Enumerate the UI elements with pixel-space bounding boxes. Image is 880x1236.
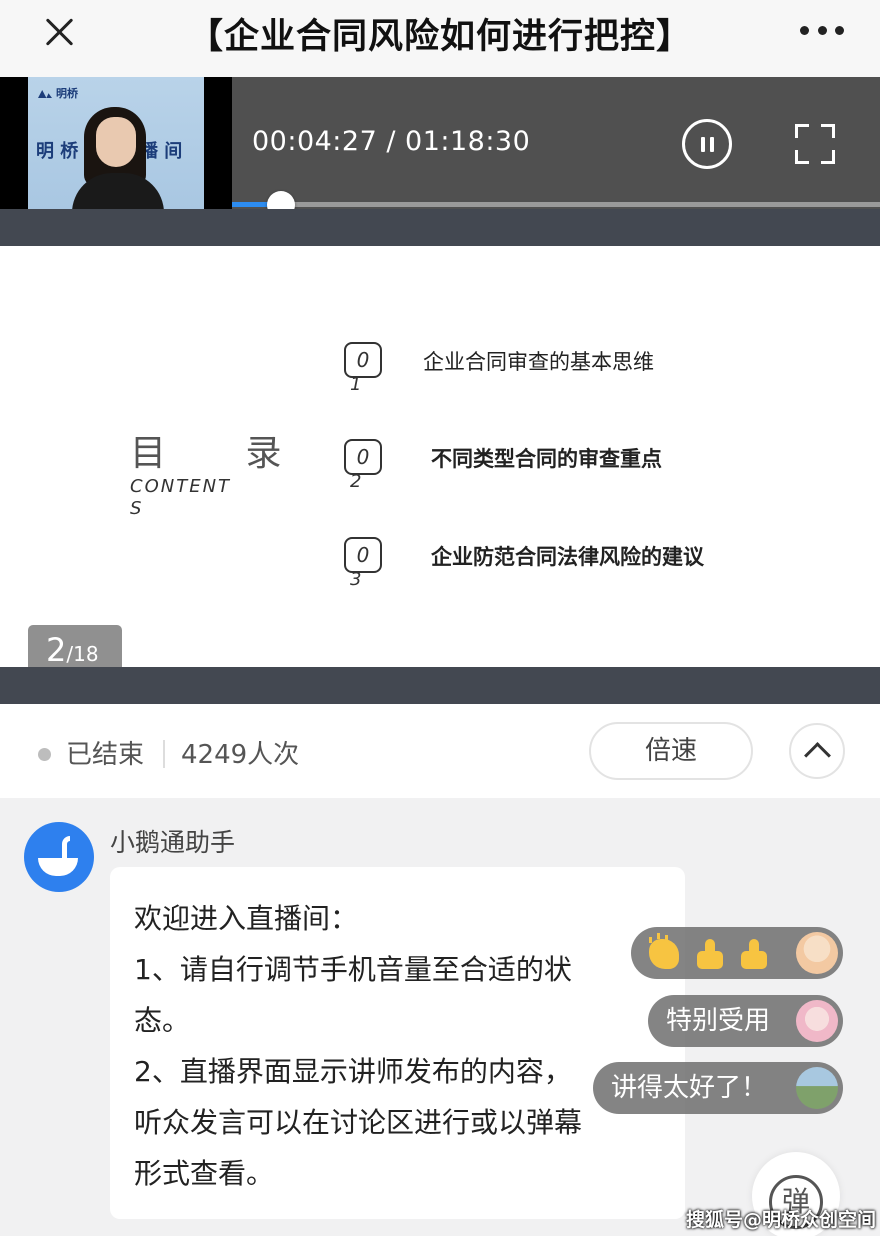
divider: [163, 740, 165, 768]
slide-view: 目 录 CONTENTS 0 1 企业合同审查的基本思维 0 2 不同类型合同的…: [0, 246, 880, 676]
divider-band: [0, 209, 880, 246]
status-dot-icon: [38, 748, 51, 761]
toc-item-text: 企业合同审查的基本思维: [423, 350, 654, 374]
danmaku-text: 特别受用: [666, 1006, 771, 1036]
message-line: 欢迎进入直播间：: [134, 902, 359, 935]
toc-number-sub: 2: [350, 471, 362, 492]
playback-speed-button[interactable]: 倍速: [589, 722, 753, 780]
toc-title: 目 录: [130, 433, 316, 474]
thumbs-up-icon: [697, 938, 725, 969]
avatar: [796, 932, 838, 974]
danmaku-item: [631, 927, 843, 979]
assistant-avatar: [24, 822, 94, 892]
playback-time: 00:04:27 / 01:18:30: [252, 126, 531, 157]
chat-message: 欢迎进入直播间： 1、请自行调节手机音量至合适的状 态。 2、直播界面显示讲师发…: [110, 867, 685, 1219]
more-options-icon[interactable]: [800, 26, 844, 36]
chevron-up-icon[interactable]: [789, 723, 845, 779]
close-icon[interactable]: [40, 12, 80, 52]
toc-item-text: 企业防范合同法律风险的建议: [431, 544, 704, 569]
toc-subtitle: CONTENTS: [130, 476, 232, 519]
clap-icon: [649, 932, 679, 969]
avatar: [796, 1000, 838, 1042]
divider-band: [0, 667, 880, 704]
danmaku-text: 讲得太好了！: [611, 1073, 768, 1103]
video-player-bar: 明桥 明 桥 播 间 00:04:27 / 01:18:30: [0, 77, 880, 219]
toc-number-sub: 3: [350, 569, 362, 590]
top-bar: 【企业合同风险如何进行把控】: [0, 0, 880, 77]
live-status: 已结束: [66, 740, 145, 770]
live-status-bar: 已结束 4249人次 倍速: [0, 704, 880, 798]
brand-logo: 明桥: [38, 85, 78, 101]
presenter-video[interactable]: 明桥 明 桥 播 间: [0, 77, 232, 209]
viewer-count: 4249人次: [181, 740, 300, 770]
watermark: 搜狐号@明桥众创空间: [686, 1209, 877, 1231]
toc-number-box: 0: [344, 342, 382, 378]
message-line: 态。: [134, 1004, 191, 1037]
sender-name: 小鹅通助手: [110, 828, 236, 857]
toc-item-text: 不同类型合同的审查重点: [431, 446, 662, 471]
danmaku-item: 讲得太好了！: [593, 1062, 843, 1114]
toc-number-box: 0: [344, 439, 382, 475]
danmaku-item: 特别受用: [648, 995, 843, 1047]
avatar: [796, 1067, 838, 1109]
thumbs-up-icon: [741, 938, 769, 969]
video-frame: 明桥 明 桥 播 间: [28, 77, 204, 209]
page-title: 【企业合同风险如何进行把控】: [187, 17, 692, 57]
goose-icon: [38, 858, 78, 876]
pause-icon[interactable]: [682, 119, 732, 169]
fullscreen-icon[interactable]: [795, 124, 835, 164]
message-line: 2、直播界面显示讲师发布的内容，: [134, 1055, 572, 1088]
presenter-figure: [72, 107, 164, 209]
message-line: 听众发言可以在讨论区进行或以弹幕: [134, 1106, 583, 1139]
progress-bar[interactable]: [232, 191, 880, 219]
toc-number-sub: 1: [350, 374, 362, 395]
message-line: 1、请自行调节手机音量至合适的状: [134, 953, 572, 986]
toc-number-box: 0: [344, 537, 382, 573]
message-line: 形式查看。: [134, 1157, 275, 1190]
